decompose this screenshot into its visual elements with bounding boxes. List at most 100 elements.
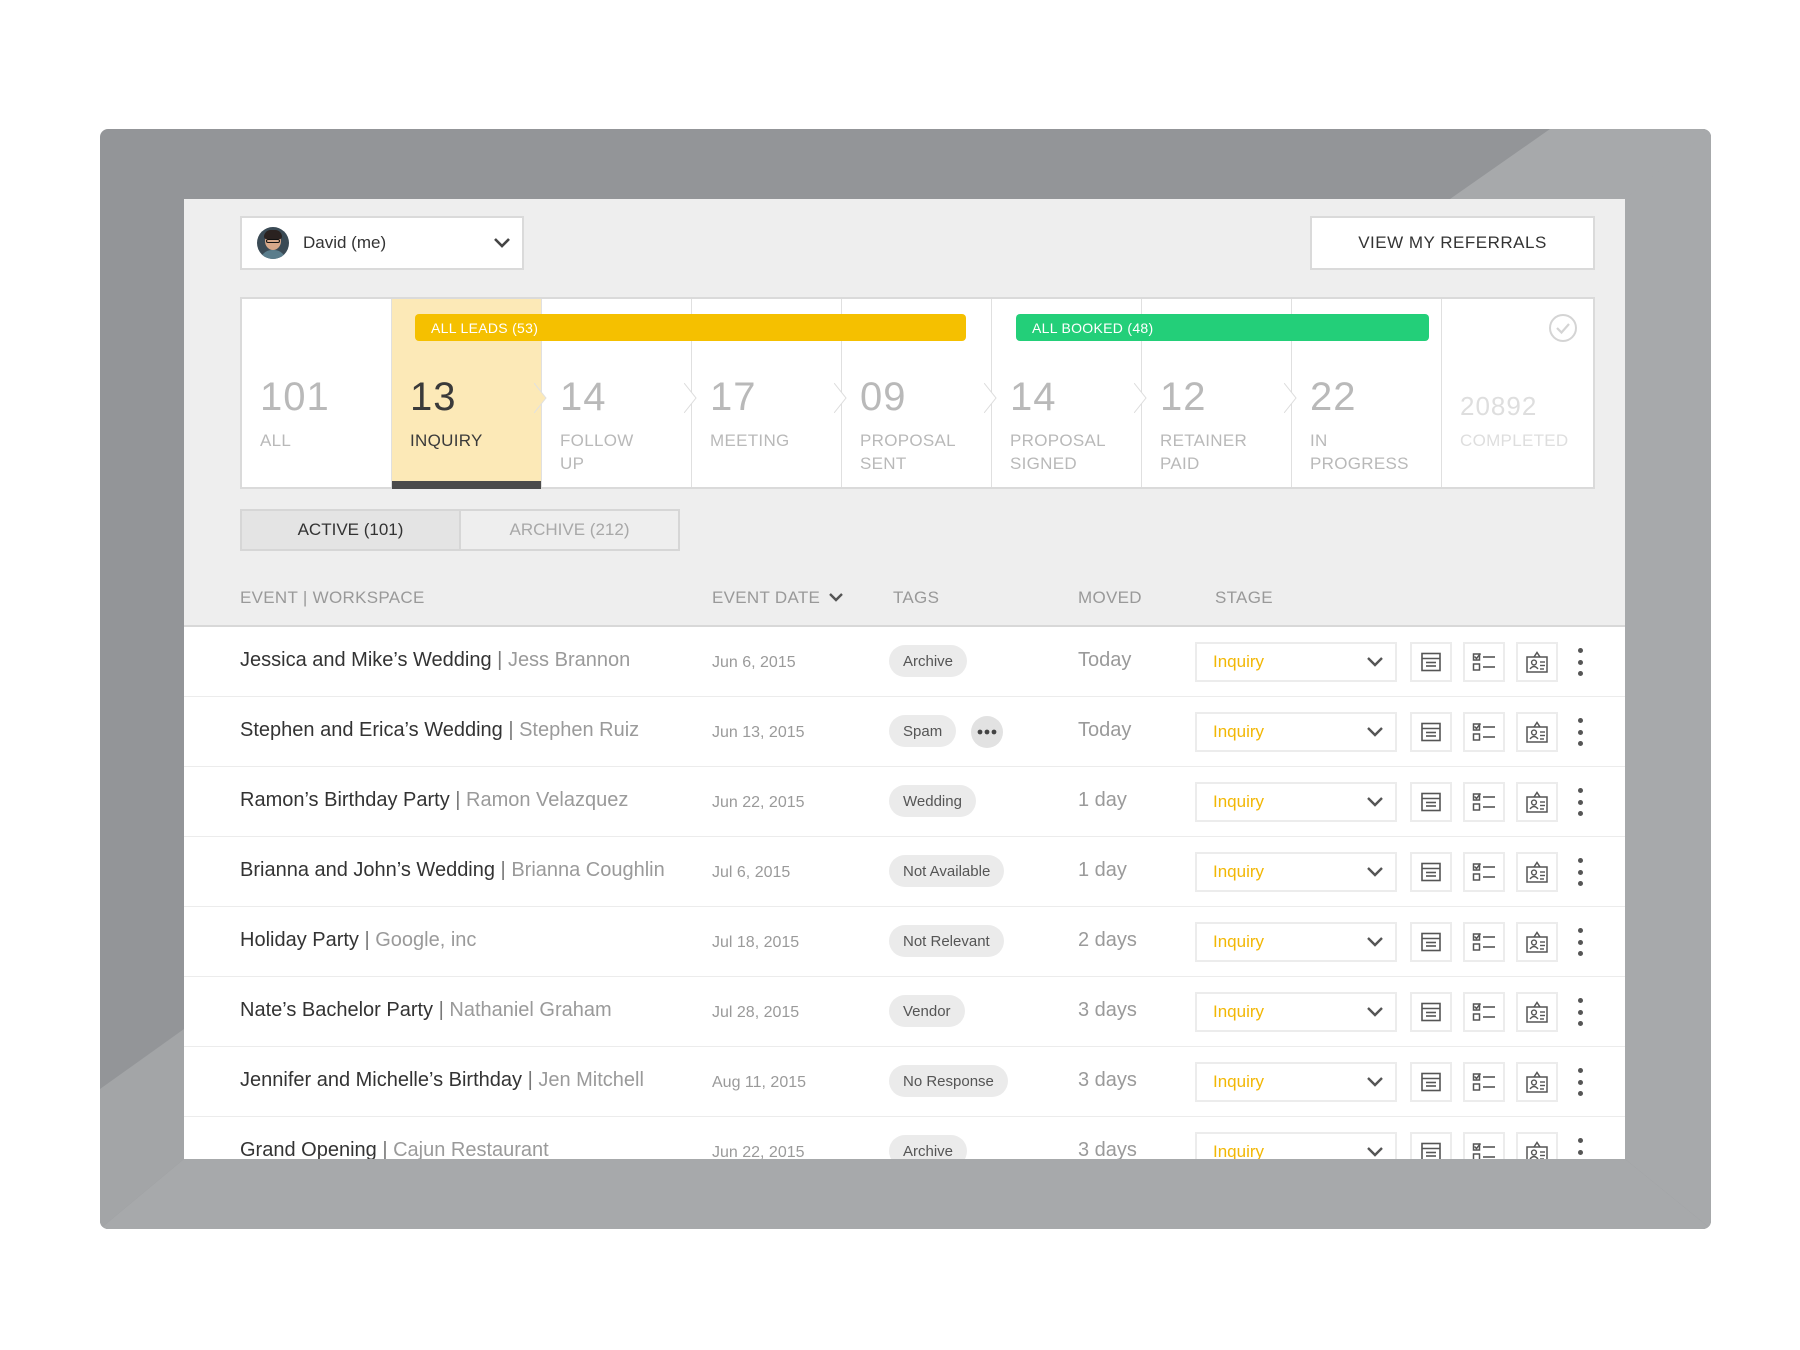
event-cell[interactable]: Holiday Party | Google, inc — [240, 929, 476, 952]
stage-arrow-icon — [984, 383, 997, 413]
checklist-button[interactable] — [1463, 992, 1505, 1032]
tag-chip[interactable]: Wedding — [889, 785, 976, 817]
kebab-icon[interactable] — [1570, 714, 1590, 750]
user-select[interactable]: David (me) — [240, 216, 524, 270]
chevron-down-icon — [482, 237, 522, 249]
stage-label: IN PROGRESS — [1310, 431, 1409, 473]
column-tags: TAGS — [893, 588, 940, 607]
tag-chip[interactable]: Archive — [889, 645, 968, 677]
checklist-button[interactable] — [1463, 1132, 1505, 1159]
stage-value: Inquiry — [1213, 722, 1265, 741]
contact-card-button[interactable] — [1516, 992, 1558, 1032]
contact-card-button[interactable] — [1516, 712, 1558, 752]
event-date: Jun 22, 2015 — [712, 794, 805, 811]
checklist-button[interactable] — [1463, 712, 1505, 752]
stage-select[interactable]: Inquiry — [1195, 1132, 1397, 1159]
archive-button[interactable] — [1410, 1132, 1452, 1159]
tag-chip[interactable]: No Response — [889, 1065, 1008, 1097]
tab-archive[interactable]: ARCHIVE (212) — [461, 511, 678, 549]
event-separator: | — [376, 1139, 394, 1159]
contact-card-button[interactable] — [1516, 1132, 1558, 1159]
stage-select[interactable]: Inquiry — [1195, 1062, 1397, 1102]
kebab-icon[interactable] — [1570, 1064, 1590, 1100]
leads-table: Jessica and Mike’s Wedding | Jess Branno… — [184, 627, 1625, 1159]
table-row[interactable]: Jennifer and Michelle’s Birthday | Jen M… — [184, 1047, 1625, 1117]
moved-value: 3 days — [1078, 999, 1137, 1021]
stage-select[interactable]: Inquiry — [1195, 642, 1397, 682]
table-row[interactable]: Grand Opening | Cajun Restaurant Jun 22,… — [184, 1117, 1625, 1159]
checklist-button[interactable] — [1463, 1062, 1505, 1102]
contact-card-button[interactable] — [1516, 782, 1558, 822]
chevron-down-icon[interactable] — [828, 588, 844, 608]
event-separator: | — [491, 649, 508, 671]
view-referrals-button[interactable]: VIEW MY REFERRALS — [1310, 216, 1595, 270]
contact-card-button[interactable] — [1516, 642, 1558, 682]
archive-button[interactable] — [1410, 992, 1452, 1032]
tag-chip[interactable]: Spam — [889, 715, 957, 747]
contact-card-icon — [1526, 1141, 1548, 1159]
archive-box-icon — [1421, 722, 1441, 742]
tag-chip[interactable]: Vendor — [889, 995, 965, 1027]
ellipsis-icon[interactable] — [971, 716, 1003, 748]
archive-button[interactable] — [1410, 1062, 1452, 1102]
stage-completed[interactable]: 20892 COMPLETED — [1442, 299, 1593, 487]
table-row[interactable]: Brianna and John’s Wedding | Brianna Cou… — [184, 837, 1625, 907]
archive-button[interactable] — [1410, 712, 1452, 752]
checklist-button[interactable] — [1463, 782, 1505, 822]
all-booked-bar[interactable]: ALL BOOKED (48) — [1016, 314, 1429, 341]
column-event-date[interactable]: EVENT DATE — [712, 588, 844, 608]
event-cell[interactable]: Grand Opening | Cajun Restaurant — [240, 1139, 549, 1159]
stage-label: PROPOSAL SENT — [860, 431, 956, 473]
checklist-icon — [1472, 933, 1495, 951]
archive-button[interactable] — [1410, 782, 1452, 822]
table-row[interactable]: Nate’s Bachelor Party | Nathaniel Graham… — [184, 977, 1625, 1047]
checklist-button[interactable] — [1463, 922, 1505, 962]
workspace-name: Nathaniel Graham — [449, 999, 612, 1021]
kebab-icon[interactable] — [1570, 1134, 1590, 1159]
table-row[interactable]: Stephen and Erica’s Wedding | Stephen Ru… — [184, 697, 1625, 767]
table-row[interactable]: Holiday Party | Google, inc Jul 18, 2015… — [184, 907, 1625, 977]
table-row[interactable]: Ramon’s Birthday Party | Ramon Velazquez… — [184, 767, 1625, 837]
tag-chip[interactable]: Archive — [889, 1135, 968, 1159]
kebab-icon[interactable] — [1570, 784, 1590, 820]
event-date: Jul 18, 2015 — [712, 934, 800, 951]
event-cell[interactable]: Nate’s Bachelor Party | Nathaniel Graham — [240, 999, 612, 1022]
all-leads-bar[interactable]: ALL LEADS (53) — [415, 314, 966, 341]
stage-count: 20892 — [1460, 391, 1538, 421]
kebab-icon[interactable] — [1570, 924, 1590, 960]
archive-box-icon — [1421, 1002, 1441, 1022]
event-cell[interactable]: Jessica and Mike’s Wedding | Jess Branno… — [240, 649, 630, 672]
tag-chip[interactable]: Not Available — [889, 855, 1005, 887]
archive-button[interactable] — [1410, 852, 1452, 892]
stage-select[interactable]: Inquiry — [1195, 922, 1397, 962]
checklist-button[interactable] — [1463, 642, 1505, 682]
event-cell[interactable]: Brianna and John’s Wedding | Brianna Cou… — [240, 859, 665, 882]
workspace-name: Ramon Velazquez — [466, 789, 629, 811]
stage-select[interactable]: Inquiry — [1195, 712, 1397, 752]
contact-card-button[interactable] — [1516, 1062, 1558, 1102]
checklist-button[interactable] — [1463, 852, 1505, 892]
moved-value: 1 day — [1078, 789, 1127, 811]
event-cell[interactable]: Stephen and Erica’s Wedding | Stephen Ru… — [240, 719, 639, 742]
kebab-icon[interactable] — [1570, 994, 1590, 1030]
event-cell[interactable]: Ramon’s Birthday Party | Ramon Velazquez — [240, 789, 628, 812]
table-row[interactable]: Jessica and Mike’s Wedding | Jess Branno… — [184, 627, 1625, 697]
stage-select[interactable]: Inquiry — [1195, 782, 1397, 822]
event-date: Jun 13, 2015 — [712, 724, 805, 741]
stage-all[interactable]: 101 ALL — [242, 299, 392, 487]
stage-select[interactable]: Inquiry — [1195, 852, 1397, 892]
event-cell[interactable]: Jennifer and Michelle’s Birthday | Jen M… — [240, 1069, 644, 1092]
contact-card-button[interactable] — [1516, 852, 1558, 892]
stage-count: 09 — [860, 375, 907, 419]
archive-button[interactable] — [1410, 922, 1452, 962]
archive-button[interactable] — [1410, 642, 1452, 682]
tag-chip[interactable]: Not Relevant — [889, 925, 1004, 957]
kebab-icon[interactable] — [1570, 854, 1590, 890]
stage-select[interactable]: Inquiry — [1195, 992, 1397, 1032]
kebab-icon[interactable] — [1570, 644, 1590, 680]
chevron-down-icon — [1355, 656, 1395, 668]
event-separator: | — [495, 859, 512, 881]
contact-card-button[interactable] — [1516, 922, 1558, 962]
tab-active[interactable]: ACTIVE (101) — [242, 511, 461, 549]
event-name: Grand Opening — [240, 1139, 377, 1159]
